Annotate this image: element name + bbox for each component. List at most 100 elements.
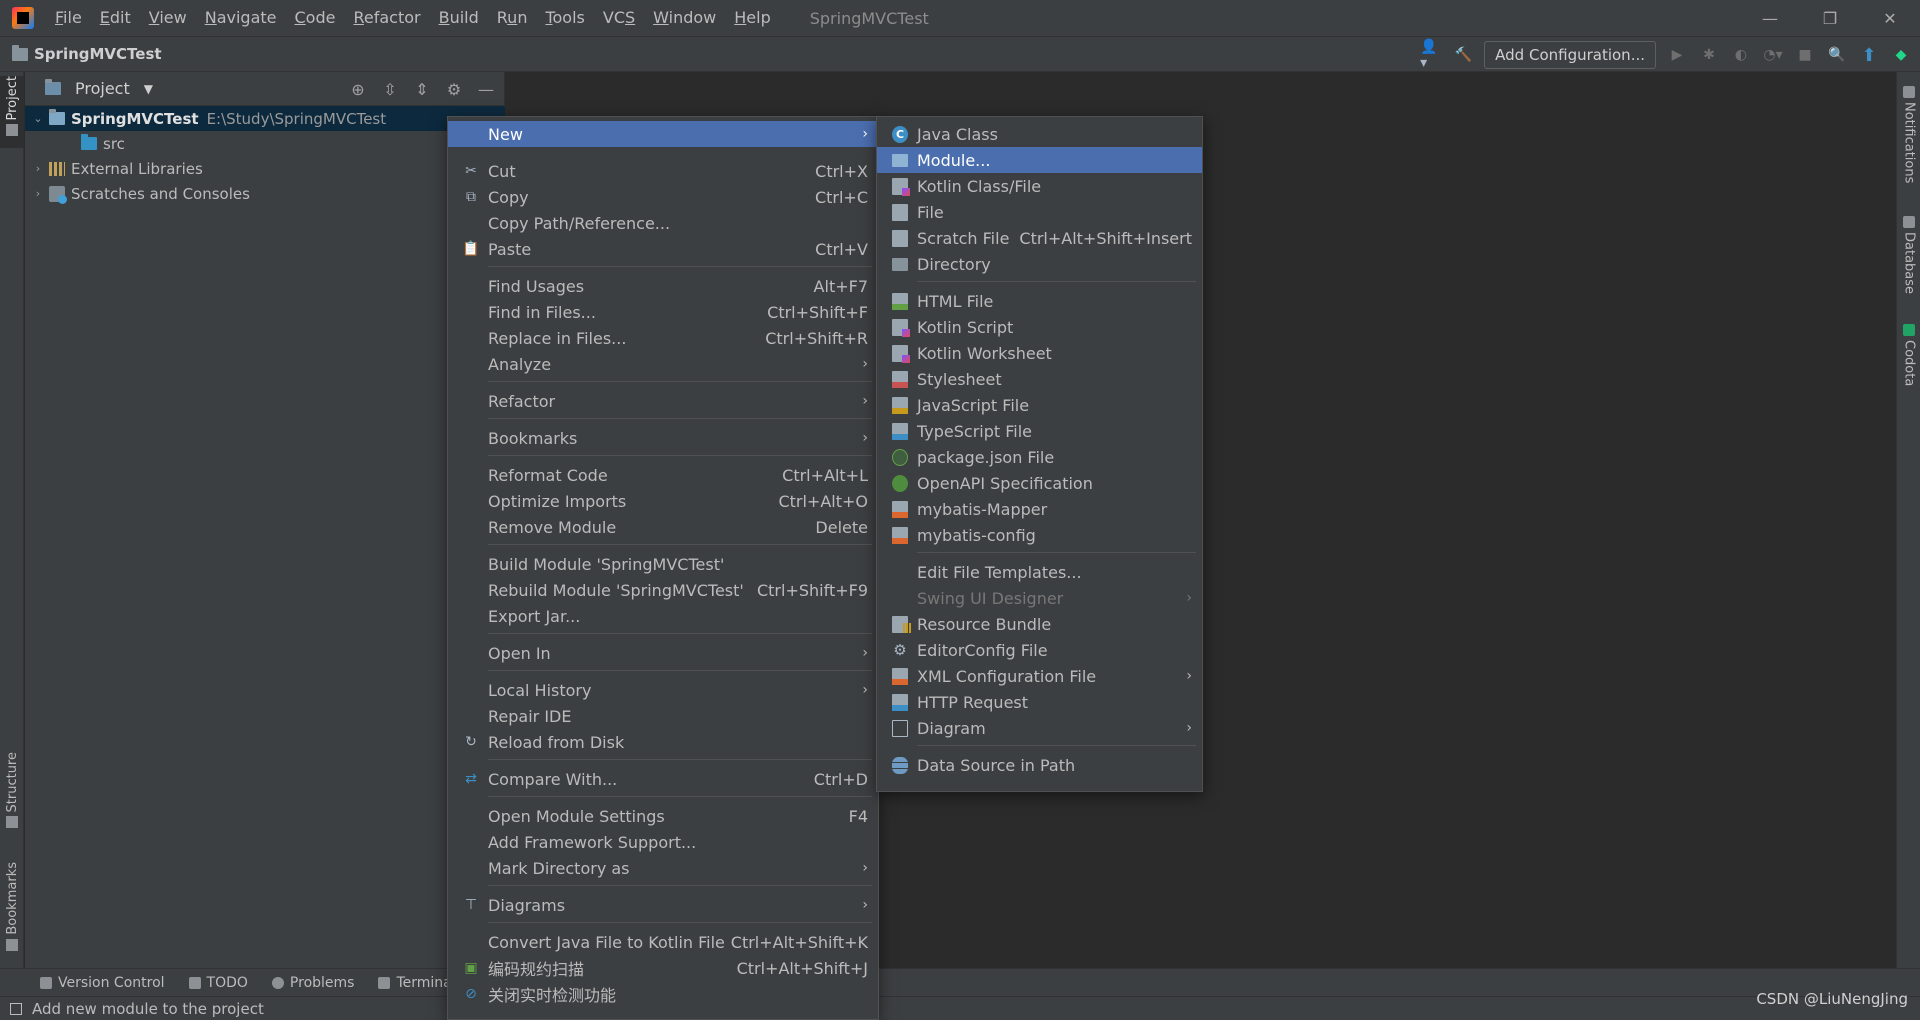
expand-arrow-icon[interactable]: ⌄: [31, 112, 45, 125]
menu-item-code-scan[interactable]: ▣ 编码规约扫描 Ctrl+Alt+Shift+J: [448, 955, 878, 981]
new-item-package-json[interactable]: package.json File: [877, 444, 1202, 470]
update-icon[interactable]: ⬆: [1858, 44, 1880, 66]
new-item-kotlin-worksheet[interactable]: Kotlin Worksheet: [877, 340, 1202, 366]
menu-item-remove-module[interactable]: Remove Module Delete: [448, 514, 878, 540]
close-window-button[interactable]: ✕: [1860, 0, 1920, 36]
menu-item-build-module[interactable]: Build Module 'SpringMVCTest': [448, 551, 878, 577]
menu-item-cut[interactable]: ✂ Cut Ctrl+X: [448, 158, 878, 184]
structure-tool-tab[interactable]: Structure: [0, 752, 24, 834]
new-item-file[interactable]: File: [877, 199, 1202, 225]
tree-item-src[interactable]: src: [25, 131, 505, 156]
new-item-typescript-file[interactable]: TypeScript File: [877, 418, 1202, 444]
new-item-stylesheet[interactable]: Stylesheet: [877, 366, 1202, 392]
menu-code[interactable]: Code: [286, 0, 345, 36]
menu-item-rebuild-module[interactable]: Rebuild Module 'SpringMVCTest' Ctrl+Shift…: [448, 577, 878, 603]
new-item-openapi-spec[interactable]: OpenAPI Specification: [877, 470, 1202, 496]
breadcrumb[interactable]: SpringMVCTest: [12, 44, 162, 63]
menu-item-add-framework-support[interactable]: Add Framework Support...: [448, 829, 878, 855]
new-item-editorconfig-file[interactable]: ⚙ EditorConfig File: [877, 637, 1202, 663]
menu-help[interactable]: Help: [725, 0, 779, 36]
bookmarks-tool-tab[interactable]: Bookmarks: [0, 862, 24, 958]
coverage-icon[interactable]: ◐: [1730, 44, 1752, 66]
menu-run[interactable]: Run: [488, 0, 537, 36]
menu-item-mark-directory-as[interactable]: Mark Directory as ›: [448, 855, 878, 881]
collapse-arrow-icon[interactable]: ›: [31, 187, 45, 200]
new-item-data-source-in-path[interactable]: Data Source in Path: [877, 752, 1202, 778]
menu-item-paste[interactable]: 📋 Paste Ctrl+V: [448, 236, 878, 262]
tree-item-scratches[interactable]: › Scratches and Consoles: [25, 181, 505, 206]
menu-item-new[interactable]: New ›: [448, 121, 878, 147]
menu-item-copy[interactable]: ⧉ Copy Ctrl+C: [448, 184, 878, 210]
tree-item-project-root[interactable]: ⌄ SpringMVCTest E:\Study\SpringMVCTest: [25, 106, 505, 131]
new-item-swing-ui-designer[interactable]: Swing UI Designer ›: [877, 585, 1202, 611]
tab-version-control[interactable]: Version Control: [40, 975, 165, 991]
search-icon[interactable]: 🔍: [1826, 44, 1848, 66]
menu-item-compare-with[interactable]: ⇄ Compare With... Ctrl+D: [448, 766, 878, 792]
run-icon[interactable]: ▶: [1666, 44, 1688, 66]
menu-item-optimize-imports[interactable]: Optimize Imports Ctrl+Alt+O: [448, 488, 878, 514]
menu-item-local-history[interactable]: Local History ›: [448, 677, 878, 703]
menu-item-analyze[interactable]: Analyze ›: [448, 351, 878, 377]
debug-icon[interactable]: ✱: [1698, 44, 1720, 66]
menu-item-refactor[interactable]: Refactor ›: [448, 388, 878, 414]
new-item-java-class[interactable]: C Java Class: [877, 121, 1202, 147]
menu-item-find-in-files[interactable]: Find in Files... Ctrl+Shift+F: [448, 299, 878, 325]
menu-window[interactable]: Window: [644, 0, 725, 36]
new-item-module[interactable]: Module...: [877, 147, 1202, 173]
tab-problems[interactable]: Problems: [271, 975, 354, 991]
menu-navigate[interactable]: Navigate: [196, 0, 286, 36]
locate-file-icon[interactable]: ⊕: [348, 80, 368, 99]
menu-item-bookmarks[interactable]: Bookmarks ›: [448, 425, 878, 451]
view-dropdown-icon[interactable]: ▼: [144, 82, 153, 96]
add-configuration-button[interactable]: Add Configuration...: [1484, 41, 1656, 69]
toggle-tool-windows-icon[interactable]: [10, 1002, 22, 1015]
expand-all-icon[interactable]: ⇳: [380, 80, 400, 99]
new-item-http-request[interactable]: HTTP Request: [877, 689, 1202, 715]
codota-tool-tab[interactable]: Codota: [1897, 320, 1920, 392]
new-item-mybatis-mapper[interactable]: mybatis-Mapper: [877, 496, 1202, 522]
project-tool-tab[interactable]: Project: [0, 76, 24, 148]
tree-item-external-libraries[interactable]: › External Libraries: [25, 156, 505, 181]
menu-build[interactable]: Build: [430, 0, 488, 36]
restore-button[interactable]: ❐: [1800, 0, 1860, 36]
menu-view[interactable]: View: [140, 0, 196, 36]
new-item-mybatis-config[interactable]: mybatis-config: [877, 522, 1202, 548]
new-item-xml-configuration-file[interactable]: XML Configuration File ›: [877, 663, 1202, 689]
gear-icon[interactable]: ⚙: [444, 80, 464, 99]
new-item-diagram[interactable]: Diagram ›: [877, 715, 1202, 741]
minimize-button[interactable]: —: [1740, 0, 1800, 36]
new-item-kotlin-class[interactable]: Kotlin Class/File: [877, 173, 1202, 199]
new-item-html-file[interactable]: HTML File: [877, 288, 1202, 314]
new-item-resource-bundle[interactable]: Resource Bundle: [877, 611, 1202, 637]
menu-item-open-module-settings[interactable]: Open Module Settings F4: [448, 803, 878, 829]
hide-panel-icon[interactable]: —: [476, 80, 496, 99]
new-item-kotlin-script[interactable]: Kotlin Script: [877, 314, 1202, 340]
menu-tools[interactable]: Tools: [536, 0, 593, 36]
stop-icon[interactable]: ■: [1794, 44, 1816, 66]
tab-todo[interactable]: TODO: [188, 975, 248, 991]
menu-item-diagrams[interactable]: ⊤ Diagrams ›: [448, 892, 878, 918]
new-item-directory[interactable]: Directory: [877, 251, 1202, 277]
menu-item-disable-realtime-check[interactable]: ⊘ 关闭实时检测功能: [448, 981, 878, 1007]
notifications-tool-tab[interactable]: Notifications: [1897, 82, 1920, 192]
menu-item-open-in[interactable]: Open In ›: [448, 640, 878, 666]
build-hammer-icon[interactable]: 🔨: [1452, 44, 1474, 66]
menu-refactor[interactable]: Refactor: [344, 0, 429, 36]
database-tool-tab[interactable]: Database: [1897, 212, 1920, 302]
menu-item-copy-path[interactable]: Copy Path/Reference...: [448, 210, 878, 236]
menu-item-reload-from-disk[interactable]: ↻ Reload from Disk: [448, 729, 878, 755]
collapse-arrow-icon[interactable]: ›: [31, 162, 45, 175]
menu-item-repair-ide[interactable]: Repair IDE: [448, 703, 878, 729]
menu-item-find-usages[interactable]: Find Usages Alt+F7: [448, 273, 878, 299]
project-panel-title[interactable]: Project: [75, 79, 130, 98]
tab-terminal[interactable]: Terminal: [378, 975, 456, 991]
menu-item-export-jar[interactable]: Export Jar...: [448, 603, 878, 629]
new-item-scratch-file[interactable]: Scratch File Ctrl+Alt+Shift+Insert: [877, 225, 1202, 251]
menu-item-reformat-code[interactable]: Reformat Code Ctrl+Alt+L: [448, 462, 878, 488]
menu-vcs[interactable]: VCS: [594, 0, 644, 36]
menu-edit[interactable]: Edit: [91, 0, 140, 36]
profile-icon[interactable]: ◔▾: [1762, 44, 1784, 66]
collapse-all-icon[interactable]: ⇕: [412, 80, 432, 99]
user-icon[interactable]: 👤▾: [1420, 39, 1442, 71]
menu-file[interactable]: File: [46, 0, 91, 36]
